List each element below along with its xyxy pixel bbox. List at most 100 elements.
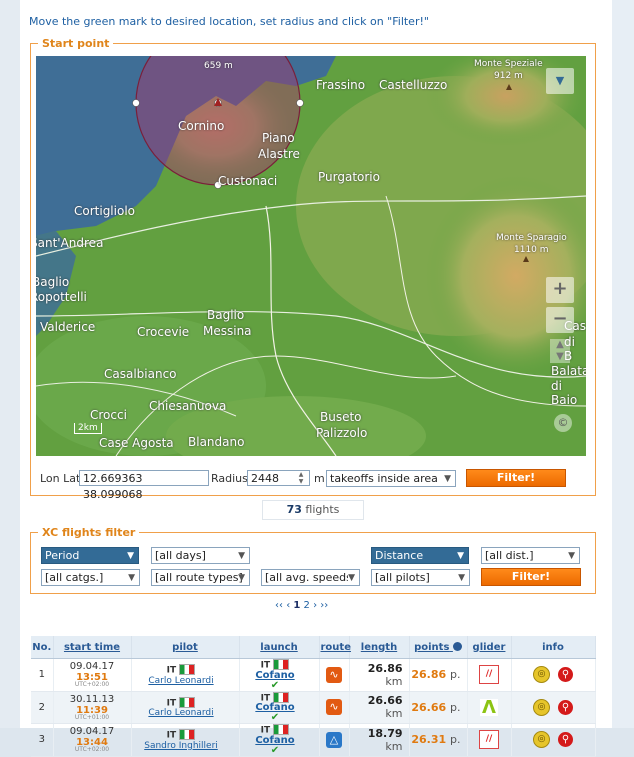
map-label-di-baio: di Baio — [551, 379, 578, 407]
area-select[interactable]: takeoffs inside area ▼ — [326, 470, 456, 487]
map-label-blandano: Blandano — [188, 435, 245, 449]
row-start-time: 09.04.17 13:44 UTC+02:00 — [53, 723, 132, 757]
pager-first[interactable]: ‹‹ — [275, 600, 283, 611]
route-type-icon[interactable]: △ — [326, 731, 342, 748]
chevron-down-icon: ▼ — [348, 571, 355, 585]
lonlat-label: Lon Lat — [40, 472, 81, 485]
flights-table: No. start time pilot launch route length… — [31, 636, 596, 757]
row-start-time: 09.04.17 13:51 UTC+02:00 — [53, 658, 132, 692]
compass-icon[interactable]: ▲ ▼ — [550, 339, 570, 363]
pilot-name-link[interactable]: Carlo Leonardi — [132, 676, 231, 686]
glider-brand-icon[interactable]: Λ — [480, 698, 498, 716]
right-background — [612, 0, 634, 728]
left-background — [0, 0, 20, 728]
magnifier-icon[interactable]: ⚲ — [558, 699, 573, 715]
days-select-value: [all days] — [155, 549, 206, 562]
row-utc: UTC+01:00 — [74, 713, 110, 721]
map-filter-button[interactable]: Filter! — [466, 469, 566, 487]
col-launch[interactable]: launch — [239, 636, 320, 659]
row-no: 1 — [31, 658, 54, 692]
row-info: ◎ ⚲ — [511, 658, 596, 692]
points-value: 26.86 — [411, 668, 447, 682]
points-unit: p. — [450, 733, 461, 747]
italy-flag-icon — [179, 729, 196, 740]
distance-select-value: Distance — [375, 549, 424, 562]
start-point-legend: Start point — [38, 37, 114, 50]
italy-flag-icon — [179, 696, 196, 708]
details-icon[interactable]: ◎ — [533, 666, 550, 684]
layers-toggle-button[interactable]: ▼ — [546, 68, 574, 94]
zoom-out-button[interactable]: − — [546, 307, 574, 333]
map-label-monte-sparagio: Monte Sparagio — [496, 233, 567, 243]
map-label-messina: Messina — [203, 324, 252, 338]
magnifier-icon[interactable]: ⚲ — [558, 667, 573, 683]
row-utc: UTC+02:00 — [74, 746, 110, 754]
pilot-country: IT — [166, 665, 177, 676]
row-date: 09.04.17 — [69, 661, 115, 673]
col-start-time[interactable]: start time — [53, 636, 132, 659]
map-label-crocci: Crocci — [90, 408, 127, 422]
map-label-alastre: Alastre — [258, 147, 300, 161]
italy-flag-icon — [273, 691, 290, 703]
pager-page-2[interactable]: 2 — [304, 600, 310, 611]
col-route[interactable]: route — [319, 636, 351, 659]
lonlat-input[interactable]: 12.669363 38.099068 — [79, 470, 209, 501]
period-select[interactable]: Period ▼ — [41, 547, 139, 564]
map-copyright-icon[interactable]: © — [554, 414, 572, 432]
chevron-down-icon: ▼ — [127, 551, 134, 561]
row-launch: IT Cofano ✔ — [239, 691, 320, 724]
row-route: ∿ — [319, 691, 350, 724]
chevron-down-icon: ▼ — [238, 573, 245, 583]
col-pilot[interactable]: pilot — [131, 636, 240, 659]
pilot-name-link[interactable]: Sandro Inghilleri — [132, 741, 231, 751]
map-label-buseto: Buseto — [320, 410, 362, 424]
pilot-name-link[interactable]: Carlo Leonardi — [132, 708, 231, 718]
col-info: info — [511, 636, 596, 659]
row-route: △ — [319, 723, 350, 757]
map-label-monte-speziale-elev: 912 m — [494, 71, 523, 81]
map-label-baglio-2: Baglio — [207, 308, 245, 322]
row-points: 26.86 p. — [409, 658, 468, 692]
row-glider: Λ — [467, 691, 512, 724]
dist-select[interactable]: [all dist.] ▼ — [481, 547, 580, 564]
row-route: ∿ — [319, 658, 350, 692]
magnifier-icon[interactable]: ⚲ — [558, 732, 573, 748]
pilots-select[interactable]: [all pilots] ▼ — [371, 569, 470, 586]
details-icon[interactable]: ◎ — [533, 698, 550, 716]
pagination: ‹‹ ‹ 1 2 › ›› — [275, 600, 328, 611]
col-glider[interactable]: glider — [467, 636, 512, 659]
xc-filter-button[interactable]: Filter! — [481, 568, 581, 586]
col-length[interactable]: length — [349, 636, 410, 659]
pilot-country: IT — [166, 730, 177, 741]
col-points[interactable]: points — [409, 636, 468, 659]
zoom-in-button[interactable]: + — [546, 277, 574, 303]
glider-brand-icon[interactable]: // — [479, 730, 499, 750]
row-info: ◎ ⚲ — [511, 691, 596, 724]
chevron-down-icon: ▼ — [238, 551, 245, 561]
radius-stepper-icon[interactable]: ▲ ▼ — [294, 471, 308, 485]
route-type-icon[interactable]: ∿ — [326, 666, 342, 683]
radius-unit: m — [314, 472, 325, 485]
days-select[interactable]: [all days] ▼ — [151, 547, 250, 564]
xc-filter-legend: XC flights filter — [38, 526, 140, 539]
flight-count: 73 flights — [262, 500, 364, 520]
route-type-icon[interactable]: ∿ — [326, 699, 342, 716]
map[interactable]: Frassino Castelluzzo Monte Speziale 912 … — [36, 56, 586, 456]
avg-speeds-select[interactable]: [all avg. speeds ▼ — [261, 569, 360, 586]
categories-select[interactable]: [all catgs.] ▼ — [41, 569, 140, 586]
row-length: 26.66 km — [349, 691, 410, 724]
glider-brand-icon[interactable]: // — [479, 665, 499, 685]
map-label-palizzolo: Palizzolo — [316, 426, 368, 440]
pager-prev[interactable]: ‹ — [286, 600, 290, 611]
row-pilot: IT Carlo Leonardi — [131, 658, 240, 692]
map-label-ropottelli: Ropottelli — [36, 290, 87, 304]
map-label-cornino: Cornino — [178, 119, 225, 133]
details-icon[interactable]: ◎ — [533, 731, 550, 749]
distance-select[interactable]: Distance ▼ — [371, 547, 469, 564]
map-label-castelluzzo: Castelluzzo — [379, 78, 448, 92]
route-types-select[interactable]: [all route types] ▼ — [151, 569, 250, 586]
pager-next[interactable]: › — [313, 600, 317, 611]
pager-last[interactable]: ›› — [320, 600, 328, 611]
map-scale: 2km — [74, 423, 102, 434]
row-launch: IT Cofano ✔ — [239, 723, 320, 757]
